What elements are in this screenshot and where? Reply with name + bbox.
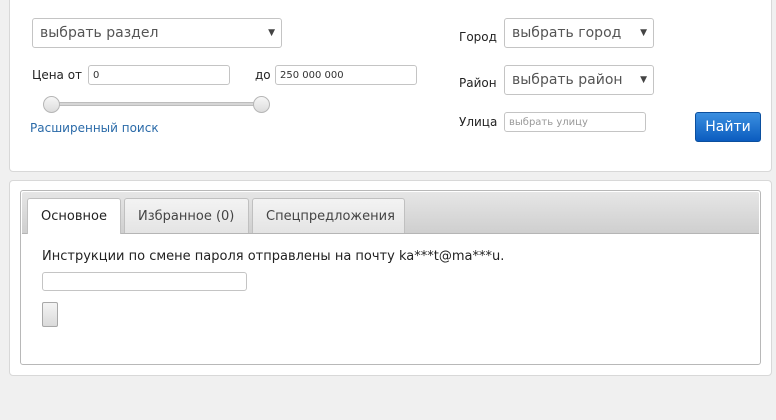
price-from-label: Цена от [32, 68, 83, 82]
city-label: Город [459, 30, 497, 44]
price-to-value: 250 000 000 [280, 69, 344, 81]
price-to-label: до [255, 68, 271, 82]
tab-favorites-label: Избранное (0) [138, 208, 235, 224]
street-input[interactable]: выбрать улицу [504, 112, 646, 132]
tab-special-offers[interactable]: Спецпредложения [252, 198, 405, 233]
section-select-value: выбрать раздел [40, 25, 159, 41]
price-slider-min-handle[interactable] [43, 96, 60, 113]
text-input[interactable] [42, 272, 247, 291]
district-select[interactable]: выбрать район ▼ [504, 65, 654, 95]
chevron-down-icon: ▼ [640, 28, 647, 38]
price-slider-track[interactable] [50, 102, 262, 106]
district-label: Район [459, 76, 497, 90]
password-reset-message: Инструкции по смене пароля отправлены на… [42, 249, 505, 264]
price-to-input[interactable]: 250 000 000 [275, 65, 417, 85]
tab-main-label: Основное [41, 209, 107, 224]
city-select-value: выбрать город [512, 25, 622, 41]
tab-favorites[interactable]: Избранное (0) [124, 198, 249, 233]
price-from-input[interactable]: 0 [88, 65, 230, 85]
price-from-value: 0 [93, 69, 100, 81]
section-select[interactable]: выбрать раздел ▼ [32, 18, 282, 48]
find-button[interactable]: Найти [695, 112, 761, 142]
chevron-down-icon: ▼ [268, 28, 275, 38]
price-slider-max-handle[interactable] [253, 96, 270, 113]
city-select[interactable]: выбрать город ▼ [504, 18, 654, 48]
tab-special-offers-label: Спецпредложения [266, 208, 395, 224]
street-label: Улица [459, 115, 498, 129]
district-select-value: выбрать район [512, 72, 623, 88]
street-placeholder: выбрать улицу [509, 116, 588, 128]
tab-main[interactable]: Основное [27, 198, 121, 234]
chevron-down-icon: ▼ [640, 75, 647, 85]
submit-button[interactable] [42, 302, 58, 327]
advanced-search-link[interactable]: Расширенный поиск [30, 121, 159, 135]
